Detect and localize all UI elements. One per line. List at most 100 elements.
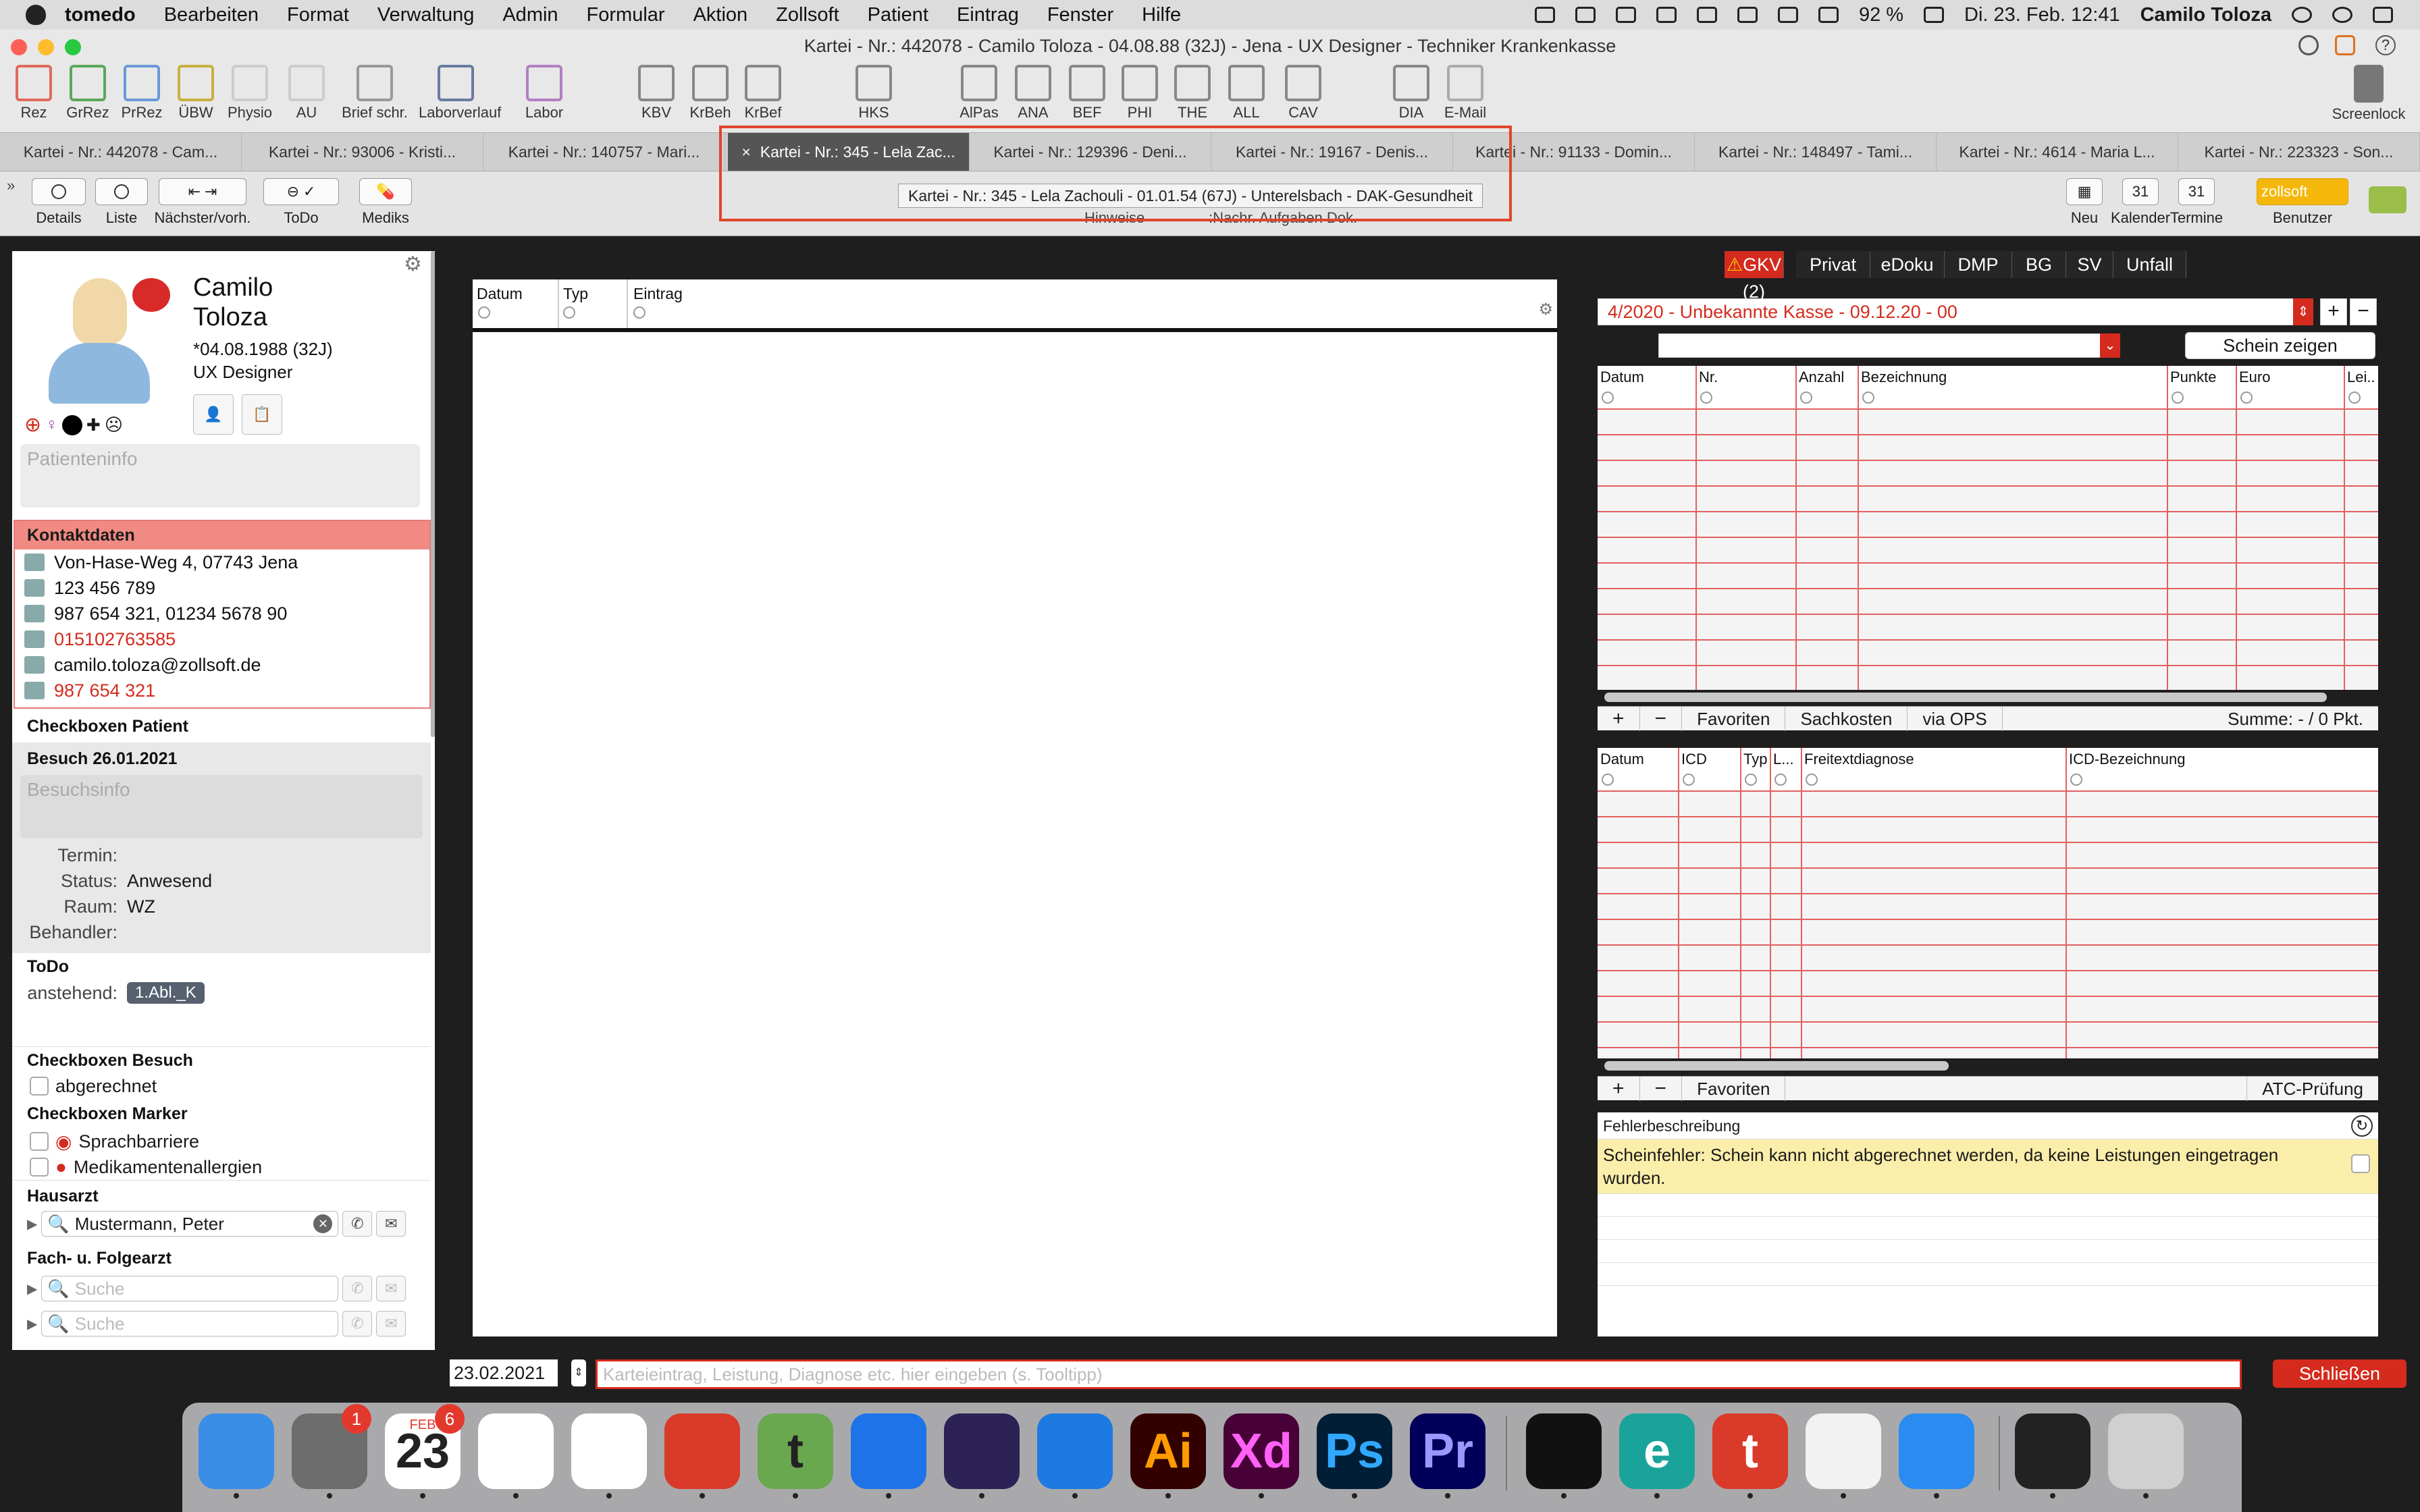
column-header[interactable]: Anzahl [1799,369,1844,386]
premiere-icon[interactable]: Pr [1410,1413,1485,1498]
remove-schein-button[interactable]: − [2350,298,2377,325]
windows-icon[interactable] [1575,7,1596,23]
fachfolge-header[interactable]: Fach- u. Folgearzt [12,1237,431,1273]
menu-bearbeiten[interactable]: Bearbeiten [164,4,259,26]
filter-radio[interactable] [1862,392,1874,404]
contact-row[interactable]: 987 654 321 [24,678,429,703]
favoriten-button[interactable]: Favoriten [1682,1076,1786,1101]
karte-entry-input[interactable]: Karteieintrag, Leistung, Diagnose etc. h… [596,1359,2242,1389]
finder-icon[interactable] [199,1413,274,1498]
bluetooth-icon[interactable] [1696,7,1717,23]
toolbar-brief-schr--button[interactable]: Brief schr. [338,65,412,122]
avatar[interactable] [35,278,170,420]
filter-radio[interactable] [1602,392,1614,404]
document-icon[interactable] [1806,1413,1881,1498]
tab-edoku[interactable]: eDoku [1870,251,1945,278]
photoshop-icon[interactable]: Ps [1317,1413,1392,1498]
chevron-down-icon[interactable]: ⌄ [2100,333,2120,358]
add-leistung-button[interactable]: + [1598,706,1640,731]
toolbar-hks-button[interactable]: HKS [849,65,898,122]
docker-icon[interactable] [1534,7,1555,23]
col-typ[interactable]: Typ [563,285,588,303]
tomedo-green-icon[interactable]: t [758,1413,833,1498]
menu-aktion[interactable]: Aktion [693,4,748,26]
toolbar-e-mail-button[interactable]: E-Mail [1441,65,1490,122]
sachkosten-button[interactable]: Sachkosten [1785,706,1908,731]
naechster-button[interactable]: ⇤ ⇥ Nächster/vorh. [150,178,255,227]
raum-value[interactable]: WZ [127,896,155,917]
terminal-icon[interactable] [1526,1413,1602,1498]
filter-radio[interactable] [2240,392,2253,404]
menu-eintrag[interactable]: Eintrag [957,4,1019,26]
call-button[interactable]: ✆ [342,1211,373,1237]
toolbar-laborverlauf-button[interactable]: Laborverlauf [419,65,501,122]
toolbar-rez-button[interactable]: Rez [9,65,58,122]
karte-entries-area[interactable] [473,336,1548,1334]
patienteninfo-field[interactable]: Patienteninfo [20,444,420,508]
xd-icon[interactable]: Xd [1224,1413,1299,1498]
add-schein-button[interactable]: + [2320,298,2347,325]
sidebar-scrollbar[interactable] [431,251,435,737]
tomedo-red-icon[interactable] [664,1413,740,1498]
liste-button[interactable]: Liste [93,178,150,227]
sprachbarriere-checkbox[interactable] [30,1132,49,1151]
tab-gkv[interactable]: ⚠GKV (2) [1725,251,1784,302]
tomedo-server-icon[interactable]: t [1712,1413,1788,1498]
id-card-icon[interactable] [2369,186,2406,213]
keyboard-icon[interactable] [1737,7,1758,23]
column-header[interactable]: L... [1773,751,1794,768]
toolbar-phi-button[interactable]: PHI [1115,65,1164,122]
mediks-button[interactable]: 💊 Mediks [357,178,415,227]
disclosure-triangle-icon[interactable]: ▶ [27,1316,37,1332]
secondary-select[interactable] [1658,333,2120,358]
filter-radio[interactable] [478,306,490,319]
filter-radio[interactable] [1683,774,1695,786]
toolbar-kbv-button[interactable]: KBV [632,65,681,122]
cb-besuch-header[interactable]: Checkboxen Besuch [12,1046,431,1073]
battery-icon[interactable] [1924,7,1945,23]
filter-radio[interactable] [1745,774,1757,786]
filter-radio[interactable] [2172,392,2184,404]
column-header[interactable]: Bezeichnung [1861,369,1947,386]
tab-sv[interactable]: SV [2066,251,2113,278]
tab-patient[interactable]: Kartei - Nr.: 4614 - Maria L... [1937,133,2178,171]
horizontal-scrollbar[interactable] [1604,1061,1949,1071]
menu-app-name[interactable]: tomedo [65,4,136,26]
tab-dmp[interactable]: DMP [1945,251,2012,278]
benutzer-button[interactable]: zollsoft Benutzer [2255,178,2350,227]
menubar-user[interactable]: Camilo Toloza [2140,4,2271,26]
horizontal-scrollbar[interactable] [1604,693,2327,702]
minimize-window-icon[interactable] [38,39,54,55]
schein-select[interactable]: 4/2020 - Unbekannte Kasse - 09.12.20 - 0… [1598,298,2301,325]
toolbar-krbef-button[interactable]: KrBef [739,65,787,122]
contact-row[interactable]: 987 654 321, 01234 5678 90 [24,601,429,626]
maps-pin-icon[interactable] [851,1413,926,1498]
help-icon[interactable]: ? [2375,35,2396,55]
hausarzt-header[interactable]: Hausarzt [12,1180,431,1211]
menu-formular[interactable]: Formular [587,4,665,26]
cb-marker-header[interactable]: Checkboxen Marker [12,1099,431,1129]
cloud-icon[interactable] [1615,7,1636,23]
facharzt-search-field[interactable]: 🔍 Suche [41,1276,339,1301]
hausarzt-search-field[interactable]: 🔍 Mustermann, Peter ✕ [41,1211,339,1237]
battery-percent[interactable]: 92 % [1859,4,1903,26]
termine-button[interactable]: 31 Termine [2166,178,2227,227]
tab-unfall[interactable]: Unfall [2113,251,2186,278]
medikamentenallergien-checkbox[interactable] [30,1158,49,1177]
search-icon[interactable] [2298,35,2319,55]
folgearzt-search-field[interactable]: 🔍 Suche [41,1311,339,1336]
chrome-icon[interactable] [478,1413,554,1498]
contact-row[interactable]: camilo.toloza@zollsoft.de [24,652,429,678]
via-ops-button[interactable]: via OPS [1908,706,2003,731]
call-button[interactable]: ✆ [342,1276,373,1301]
refresh-icon[interactable]: ↻ [2351,1115,2373,1137]
mail-button[interactable]: ✉ [376,1211,406,1237]
toolbar-prrez-button[interactable]: PrRez [117,65,166,122]
menu-patient[interactable]: Patient [868,4,928,26]
chevron-updown-icon[interactable]: ⇕ [2293,298,2313,325]
filter-radio[interactable] [1602,774,1614,786]
wifi-icon[interactable] [1777,7,1798,23]
status-value[interactable]: Anwesend [127,871,212,892]
column-header[interactable]: ICD [1681,751,1707,768]
column-header[interactable]: Typ [1743,751,1767,768]
